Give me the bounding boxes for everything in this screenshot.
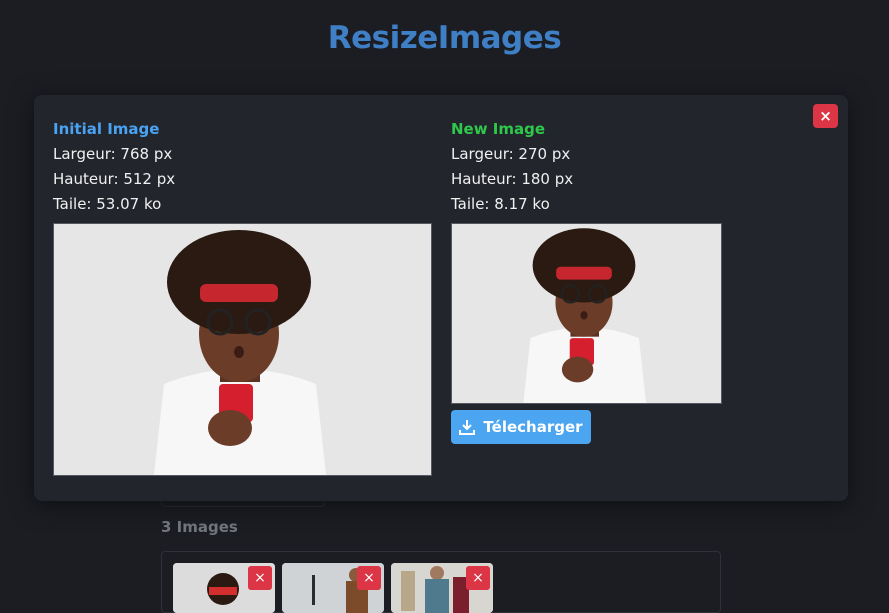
- gallery-thumbnail[interactable]: ×: [391, 563, 493, 613]
- image-gallery: × × ×: [161, 551, 721, 613]
- initial-width: Largeur: 768 px: [53, 145, 173, 163]
- app-title: ResizeImages: [327, 20, 562, 56]
- download-button[interactable]: Télecharger: [451, 410, 591, 444]
- new-image-heading: New Image: [451, 120, 546, 138]
- remove-thumbnail-button[interactable]: ×: [248, 566, 272, 590]
- close-modal-button[interactable]: ×: [813, 104, 838, 128]
- new-image-panel: New Image Largeur: 270 px Hauteur: 180 p…: [451, 117, 573, 217]
- remove-thumbnail-button[interactable]: ×: [357, 566, 381, 590]
- initial-image-graphic: [54, 224, 431, 475]
- download-button-label: Télecharger: [483, 418, 583, 436]
- resize-result-modal: × Initial Image Largeur: 768 px Hauteur:…: [34, 95, 848, 501]
- close-icon: ×: [819, 107, 832, 125]
- new-width: Largeur: 270 px: [451, 145, 571, 163]
- gallery-thumbnail[interactable]: ×: [282, 563, 384, 613]
- initial-image-panel: Initial Image Largeur: 768 px Hauteur: 5…: [53, 117, 175, 217]
- initial-image-heading: Initial Image: [53, 120, 160, 138]
- new-size: Taile: 8.17 ko: [451, 195, 550, 213]
- remove-thumbnail-button[interactable]: ×: [466, 566, 490, 590]
- image-count-label: 3 Images: [161, 518, 238, 536]
- initial-image: [53, 223, 432, 476]
- download-icon: [459, 420, 476, 435]
- initial-height: Hauteur: 512 px: [53, 170, 176, 188]
- new-image-graphic: [452, 224, 721, 403]
- new-height: Hauteur: 180 px: [451, 170, 574, 188]
- new-image: [451, 223, 722, 404]
- initial-size: Taile: 53.07 ko: [53, 195, 162, 213]
- gallery-thumbnail[interactable]: ×: [173, 563, 275, 613]
